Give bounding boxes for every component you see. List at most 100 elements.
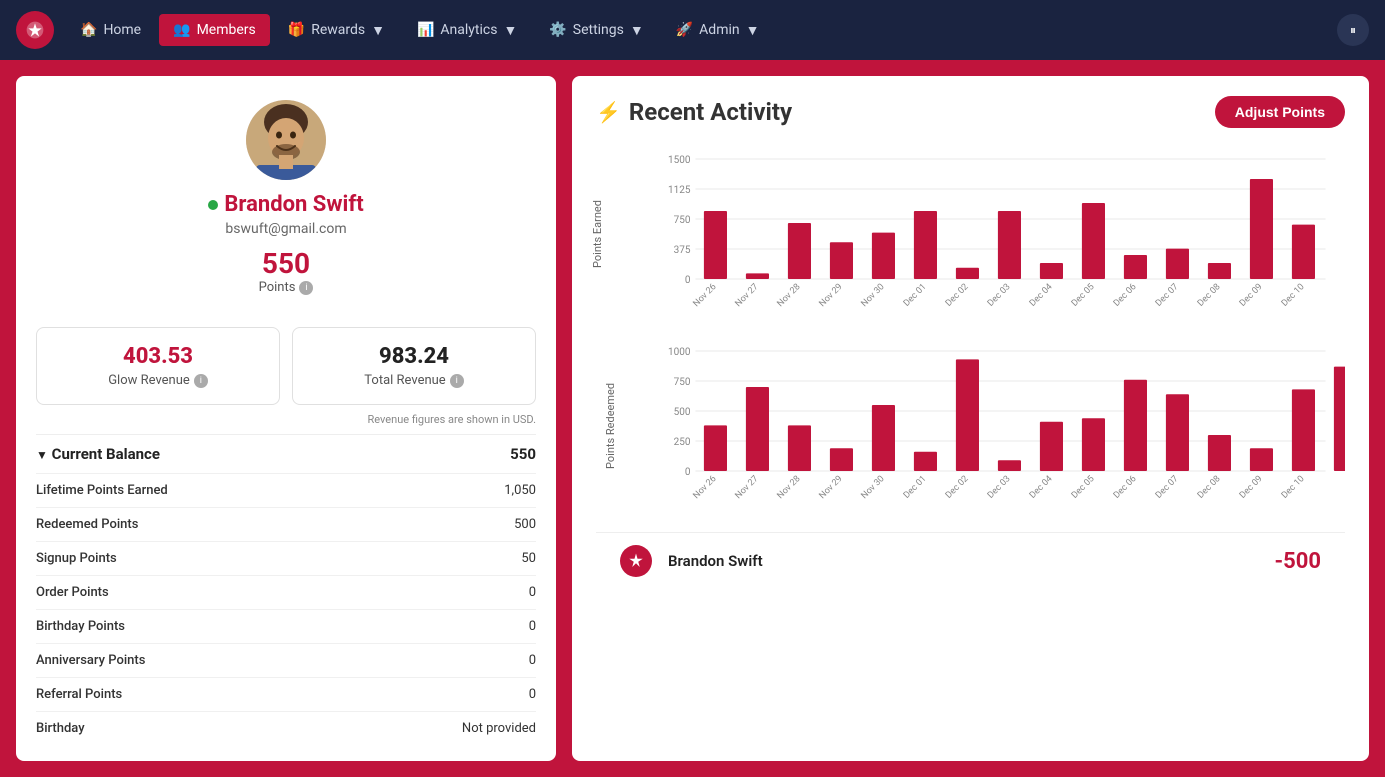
chevron-down-icon: ▼: [371, 22, 385, 39]
balance-row: Lifetime Points Earned1,050: [36, 473, 536, 507]
svg-text:Dec 02: Dec 02: [944, 282, 971, 309]
points-value: 550: [262, 247, 310, 280]
glow-revenue-card: 403.53 Glow Revenue i: [36, 327, 280, 405]
nav-members[interactable]: 👥 Members: [159, 14, 270, 46]
nav-rewards[interactable]: 🎁 Rewards ▼: [274, 14, 399, 47]
svg-text:Dec 07: Dec 07: [1154, 474, 1181, 501]
chevron-down-icon: ▼: [746, 22, 760, 39]
pause-button[interactable]: ⏸: [1337, 14, 1369, 46]
analytics-icon: 📊: [417, 22, 434, 38]
svg-text:Dec 03: Dec 03: [986, 474, 1013, 501]
settings-icon: ⚙️: [549, 22, 566, 38]
total-revenue-card: 983.24 Total Revenue i: [292, 327, 536, 405]
svg-text:Dec 04: Dec 04: [1028, 282, 1055, 309]
svg-text:Dec 05: Dec 05: [1070, 282, 1097, 309]
svg-text:375: 375: [674, 245, 691, 256]
chart-redeemed-wrap: Points Redeemed 02505007501000Nov 26Nov …: [596, 336, 1345, 520]
svg-text:Nov 29: Nov 29: [818, 282, 845, 309]
balance-section: ▼ Current Balance 550 Lifetime Points Ea…: [36, 434, 536, 745]
svg-text:Nov 28: Nov 28: [776, 474, 803, 501]
nav-analytics[interactable]: 📊 Analytics ▼: [403, 14, 531, 47]
chart2-y-label: Points Redeemed: [604, 336, 617, 516]
chart1-y-label: Points Earned: [591, 144, 604, 324]
svg-text:Dec 10: Dec 10: [1280, 474, 1307, 501]
right-panel: ⚡ Recent Activity Adjust Points Points E…: [572, 76, 1369, 761]
balance-row: BirthdayNot provided: [36, 711, 536, 745]
bottom-member-name: Brandon Swift: [668, 552, 763, 570]
svg-text:1125: 1125: [668, 185, 691, 196]
chart-earned-wrap: Points Earned 037575011251500Nov 26Nov 2…: [596, 144, 1345, 328]
glow-revenue-label: Glow Revenue i: [53, 373, 263, 388]
nav-home[interactable]: 🏠 Home: [66, 14, 155, 46]
points-info-icon[interactable]: i: [299, 281, 313, 295]
svg-text:Dec 10: Dec 10: [1280, 282, 1307, 309]
svg-text:1500: 1500: [668, 155, 691, 166]
balance-row: Redeemed Points500: [36, 507, 536, 541]
members-icon: 👥: [173, 22, 190, 38]
svg-text:Nov 26: Nov 26: [692, 282, 719, 309]
chevron-down-icon: ▼: [503, 22, 517, 39]
left-panel: Brandon Swift bswuft@gmail.com 550 Point…: [16, 76, 556, 761]
svg-text:Nov 29: Nov 29: [818, 474, 845, 501]
svg-text:Dec 02: Dec 02: [944, 474, 971, 501]
main-content: Brandon Swift bswuft@gmail.com 550 Point…: [0, 60, 1385, 777]
balance-total: 550: [510, 445, 536, 463]
chevron-down-icon: ▼: [630, 22, 644, 39]
svg-text:750: 750: [674, 377, 691, 388]
member-email: bswuft@gmail.com: [225, 221, 346, 237]
svg-text:0: 0: [685, 467, 691, 478]
nav-settings[interactable]: ⚙️ Settings ▼: [535, 14, 657, 47]
svg-text:Dec 09: Dec 09: [1238, 474, 1265, 501]
svg-text:Dec 04: Dec 04: [1028, 474, 1055, 501]
section-title: ⚡ Recent Activity: [596, 98, 792, 126]
revenue-note: Revenue figures are shown in USD.: [36, 413, 536, 426]
svg-text:250: 250: [674, 437, 691, 448]
home-icon: 🏠: [80, 22, 97, 38]
total-revenue-info-icon[interactable]: i: [450, 374, 464, 388]
balance-header[interactable]: ▼ Current Balance 550: [36, 435, 536, 473]
svg-text:0: 0: [685, 275, 691, 286]
svg-text:Nov 27: Nov 27: [734, 282, 761, 309]
admin-icon: 🚀: [676, 22, 693, 38]
balance-row: Anniversary Points0: [36, 643, 536, 677]
balance-row: Birthday Points0: [36, 609, 536, 643]
svg-text:Dec 01: Dec 01: [902, 282, 929, 309]
avatar: [246, 100, 326, 180]
balance-row: Referral Points0: [36, 677, 536, 711]
bottom-points: -500: [1274, 549, 1321, 574]
chart1-svg: 0 375 750 1125 1500 Nov 26 Nov 27 Nov 28 Nov 29 N…: [646, 144, 1345, 324]
points-label: Points i: [259, 280, 314, 295]
total-revenue-label: Total Revenue i: [309, 373, 519, 388]
svg-text:Dec 06: Dec 06: [1112, 474, 1139, 501]
chart2-svg: 02505007501000Nov 26Nov 27Nov 28Nov 29No…: [646, 336, 1345, 516]
navbar: 🏠 Home 👥 Members 🎁 Rewards ▼ 📊 Analytics…: [0, 0, 1385, 60]
balance-rows: Lifetime Points Earned1,050Redeemed Poin…: [36, 473, 536, 745]
balance-row: Signup Points50: [36, 541, 536, 575]
balance-row: Order Points0: [36, 575, 536, 609]
bottom-bar: Brandon Swift -500: [596, 532, 1345, 589]
lightning-icon: ⚡: [596, 100, 621, 124]
profile-section: Brandon Swift bswuft@gmail.com 550 Point…: [36, 100, 536, 311]
total-revenue-amount: 983.24: [309, 344, 519, 369]
svg-text:Dec 03: Dec 03: [986, 282, 1013, 309]
glow-revenue-info-icon[interactable]: i: [194, 374, 208, 388]
svg-text:Nov 27: Nov 27: [734, 474, 761, 501]
app-logo[interactable]: [16, 11, 54, 49]
svg-text:Nov 30: Nov 30: [860, 282, 887, 309]
svg-text:Dec 08: Dec 08: [1196, 474, 1223, 501]
svg-text:Nov 30: Nov 30: [860, 474, 887, 501]
svg-text:Nov 26: Nov 26: [692, 474, 719, 501]
svg-text:1000: 1000: [668, 347, 691, 358]
svg-text:750: 750: [674, 215, 691, 226]
svg-text:Dec 05: Dec 05: [1070, 474, 1097, 501]
svg-text:Dec 06: Dec 06: [1112, 282, 1139, 309]
glow-revenue-amount: 403.53: [53, 344, 263, 369]
svg-text:Dec 08: Dec 08: [1196, 282, 1223, 309]
svg-text:Nov 28: Nov 28: [776, 282, 803, 309]
nav-admin[interactable]: 🚀 Admin ▼: [662, 14, 774, 47]
member-name: Brandon Swift: [208, 192, 363, 217]
adjust-points-button[interactable]: Adjust Points: [1215, 96, 1345, 128]
online-indicator: [208, 200, 218, 210]
bottom-logo: [620, 545, 652, 577]
svg-text:Dec 01: Dec 01: [902, 474, 929, 501]
